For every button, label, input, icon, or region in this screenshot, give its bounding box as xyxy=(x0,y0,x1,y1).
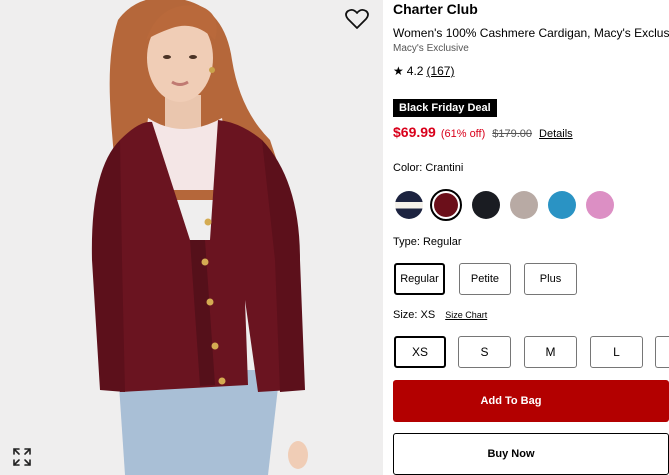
rating-value: 4.2 xyxy=(406,64,424,78)
add-to-bag-button[interactable]: Add To Bag xyxy=(393,380,669,422)
price-row: $69.99 (61% off) $179.00 Details xyxy=(393,124,573,140)
swatch-crantini-fill xyxy=(434,193,458,217)
deal-badge: Black Friday Deal xyxy=(393,99,497,117)
swatch-pink[interactable] xyxy=(586,191,614,219)
exclusive-tag: Macy's Exclusive xyxy=(393,43,469,54)
buy-now-button[interactable]: Buy Now xyxy=(393,433,669,475)
type-regular-button[interactable]: Regular xyxy=(394,263,445,295)
swatch-oatmeal[interactable] xyxy=(510,191,538,219)
swatch-black[interactable] xyxy=(472,191,500,219)
product-details: Charter Club Women's 100% Cashmere Cardi… xyxy=(393,0,669,475)
type-label: Type: Regular xyxy=(393,236,462,248)
star-icon: ★ xyxy=(393,64,404,78)
sale-price: $69.99 xyxy=(393,124,436,140)
type-petite-button[interactable]: Petite xyxy=(459,263,511,295)
brand-name[interactable]: Charter Club xyxy=(393,1,478,17)
price-details-link[interactable]: Details xyxy=(539,128,573,140)
wishlist-button[interactable] xyxy=(345,8,369,30)
heart-icon xyxy=(345,8,369,29)
rating: ★ 4.2 (167) xyxy=(393,64,454,78)
discount-percent: (61% off) xyxy=(440,128,486,140)
swatch-crantini[interactable] xyxy=(430,189,462,221)
size-xs-button[interactable]: XS xyxy=(394,336,446,368)
type-plus-button[interactable]: Plus xyxy=(524,263,577,295)
product-photo xyxy=(0,0,383,475)
color-label: Color: Crantini xyxy=(393,162,464,174)
size-m-button[interactable]: M xyxy=(524,336,577,368)
original-price: $179.00 xyxy=(492,128,533,140)
color-swatches xyxy=(393,189,669,223)
size-next-button[interactable] xyxy=(655,336,669,368)
swatch-teal-blue[interactable] xyxy=(548,191,576,219)
size-chart-link[interactable]: Size Chart xyxy=(445,310,487,320)
product-title: Women's 100% Cashmere Cardigan, Macy's E… xyxy=(393,26,669,40)
expand-icon xyxy=(13,448,31,466)
size-s-button[interactable]: S xyxy=(458,336,511,368)
size-l-button[interactable]: L xyxy=(590,336,643,368)
size-label-row: Size: XS Size Chart xyxy=(393,309,487,321)
swatch-navy-ivory[interactable] xyxy=(395,191,423,219)
review-count-link[interactable]: (167) xyxy=(426,64,454,78)
size-label: Size: XS xyxy=(393,309,436,321)
expand-image-button[interactable] xyxy=(12,447,32,467)
product-image[interactable] xyxy=(0,0,383,475)
